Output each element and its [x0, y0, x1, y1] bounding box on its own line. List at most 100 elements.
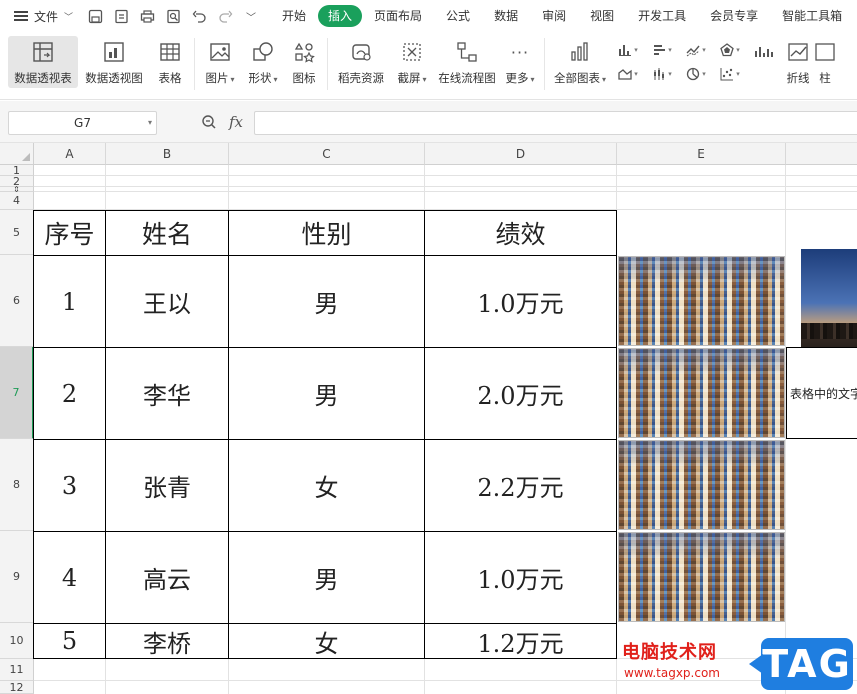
row-header-11[interactable]: 11: [0, 659, 34, 681]
column-header-b[interactable]: B: [106, 143, 229, 165]
formula-input[interactable]: [254, 111, 857, 135]
table-cell[interactable]: 4: [34, 532, 105, 623]
line-chart-icon[interactable]: ▾: [679, 38, 713, 62]
picture-button[interactable]: 图片 ▾: [199, 36, 241, 88]
table-cell[interactable]: 1.0万元: [425, 256, 616, 347]
redo-icon[interactable]: [215, 6, 235, 26]
menu-bar: 文件 ﹀ ﹀ 开始 插入 页面布局 公式 数据 审阅 视图 开发工具 会员专享: [0, 0, 857, 32]
tab-smart-tools[interactable]: 智能工具箱: [770, 5, 854, 27]
table-cell[interactable]: 男: [229, 256, 424, 347]
table-button[interactable]: 表格: [150, 36, 190, 88]
all-charts-button[interactable]: 全部图表 ▾: [549, 36, 611, 88]
table-header-cell[interactable]: 序号: [34, 211, 105, 255]
table-cell[interactable]: 2: [34, 348, 105, 439]
pivot-chart-label: 数据透视图: [85, 71, 143, 85]
function-icon[interactable]: fx: [229, 113, 243, 131]
row-header-8[interactable]: 8: [0, 439, 34, 531]
pie-chart-icon[interactable]: ▾: [679, 62, 713, 86]
chevron-down-icon: ﹀: [64, 12, 74, 23]
pivot-chart-button[interactable]: 数据透视图: [78, 36, 150, 88]
tab-member[interactable]: 会员专享: [698, 5, 770, 27]
sparkline-column-button[interactable]: [747, 36, 781, 88]
row-header-6[interactable]: 6: [0, 255, 34, 347]
table-cell[interactable]: 李华: [106, 348, 228, 439]
table-cell[interactable]: 3: [34, 440, 105, 531]
docer-resources-button[interactable]: 稻壳资源: [332, 36, 390, 88]
radar-chart-icon[interactable]: ▾: [713, 38, 747, 62]
tab-data[interactable]: 数据: [482, 5, 530, 27]
table-header-cell[interactable]: 性别: [229, 211, 424, 255]
table-cell[interactable]: 5: [34, 624, 105, 658]
column-sparkline-button[interactable]: 柱: [815, 36, 835, 88]
row-header-4[interactable]: 4: [0, 192, 34, 210]
picture-icon: [208, 40, 232, 64]
customize-toolbar-icon[interactable]: ﹀: [241, 6, 261, 26]
table-cell[interactable]: 男: [229, 348, 424, 439]
column-header-c[interactable]: C: [229, 143, 425, 165]
more-button[interactable]: ··· 更多 ▾: [500, 36, 540, 88]
icon-button[interactable]: 图标: [285, 36, 323, 88]
table-cell[interactable]: 2.0万元: [425, 348, 616, 439]
column-chart-icon[interactable]: ▾: [611, 38, 645, 62]
column-header-f[interactable]: [786, 143, 857, 165]
table-cell[interactable]: 2.2万元: [425, 440, 616, 531]
table-cell[interactable]: 1.2万元: [425, 624, 616, 658]
table-cell[interactable]: 女: [229, 440, 424, 531]
column-header-d[interactable]: D: [425, 143, 617, 165]
undo-icon[interactable]: [189, 6, 209, 26]
gridline: [34, 191, 857, 192]
stock-chart-icon[interactable]: ▾: [645, 62, 679, 86]
floating-image[interactable]: [801, 249, 857, 347]
export-pdf-icon[interactable]: [111, 6, 131, 26]
tab-developer[interactable]: 开发工具: [626, 5, 698, 27]
area-chart-icon[interactable]: ▾: [611, 62, 645, 86]
embedded-image[interactable]: [618, 440, 785, 530]
file-menu[interactable]: 文件 ﹀: [0, 0, 85, 32]
row-header-12[interactable]: 12: [0, 681, 34, 694]
shape-button[interactable]: 形状 ▾: [241, 36, 285, 88]
table-cell[interactable]: 张青: [106, 440, 228, 531]
table-header-cell[interactable]: 姓名: [106, 211, 228, 255]
row-header-9[interactable]: 9: [0, 531, 34, 623]
pivot-table-button[interactable]: 数据透视表: [8, 36, 78, 88]
embedded-image[interactable]: [618, 532, 785, 622]
bar-horizontal-chart-icon[interactable]: ▾: [645, 38, 679, 62]
scatter-chart-icon[interactable]: ▾: [713, 62, 747, 86]
tab-page-layout[interactable]: 页面布局: [362, 5, 434, 27]
screenshot-button[interactable]: 截屏 ▾: [390, 36, 434, 88]
row-header-7[interactable]: 7: [0, 347, 34, 439]
embedded-image[interactable]: [618, 348, 785, 438]
column-header-e[interactable]: E: [617, 143, 786, 165]
quick-access-toolbar: ﹀: [85, 0, 270, 32]
table-cell[interactable]: 李桥: [106, 624, 228, 658]
row-header-10[interactable]: 10: [0, 623, 34, 659]
select-all-corner[interactable]: [0, 143, 34, 165]
tab-view[interactable]: 视图: [578, 5, 626, 27]
print-preview-icon[interactable]: [163, 6, 183, 26]
table-cell[interactable]: 高云: [106, 532, 228, 623]
tab-formulas[interactable]: 公式: [434, 5, 482, 27]
column-header-a[interactable]: A: [34, 143, 106, 165]
table-cell[interactable]: 1: [34, 256, 105, 347]
zoom-icon[interactable]: [201, 114, 217, 130]
table-header-cell[interactable]: 绩效: [425, 211, 616, 255]
name-box[interactable]: G7 ▾: [8, 111, 157, 135]
table-cell[interactable]: 王以: [106, 256, 228, 347]
table-cell[interactable]: 男: [229, 532, 424, 623]
line-sparkline-button[interactable]: 折线: [781, 36, 815, 88]
tab-review[interactable]: 审阅: [530, 5, 578, 27]
online-flowchart-button[interactable]: 在线流程图: [434, 36, 500, 88]
table-cell[interactable]: 女: [229, 624, 424, 658]
formula-bar: G7 ▾ fx: [0, 101, 857, 143]
chevron-down-icon[interactable]: ▾: [148, 112, 152, 134]
table-cell[interactable]: 1.0万元: [425, 532, 616, 623]
tab-insert[interactable]: 插入: [318, 5, 363, 27]
tab-home[interactable]: 开始: [270, 5, 318, 27]
ribbon-insert: 数据透视表 数据透视图 表格 图片 ▾ 形状 ▾ 图标 稻壳资源 截屏 ▾ 在线…: [0, 32, 857, 100]
row-header-5[interactable]: 5: [0, 210, 34, 255]
embedded-image[interactable]: [618, 256, 785, 346]
save-icon[interactable]: [85, 6, 105, 26]
print-icon[interactable]: [137, 6, 157, 26]
text-cell[interactable]: 表格中的文字: [786, 347, 857, 439]
bar-chart-icon: [568, 40, 592, 64]
